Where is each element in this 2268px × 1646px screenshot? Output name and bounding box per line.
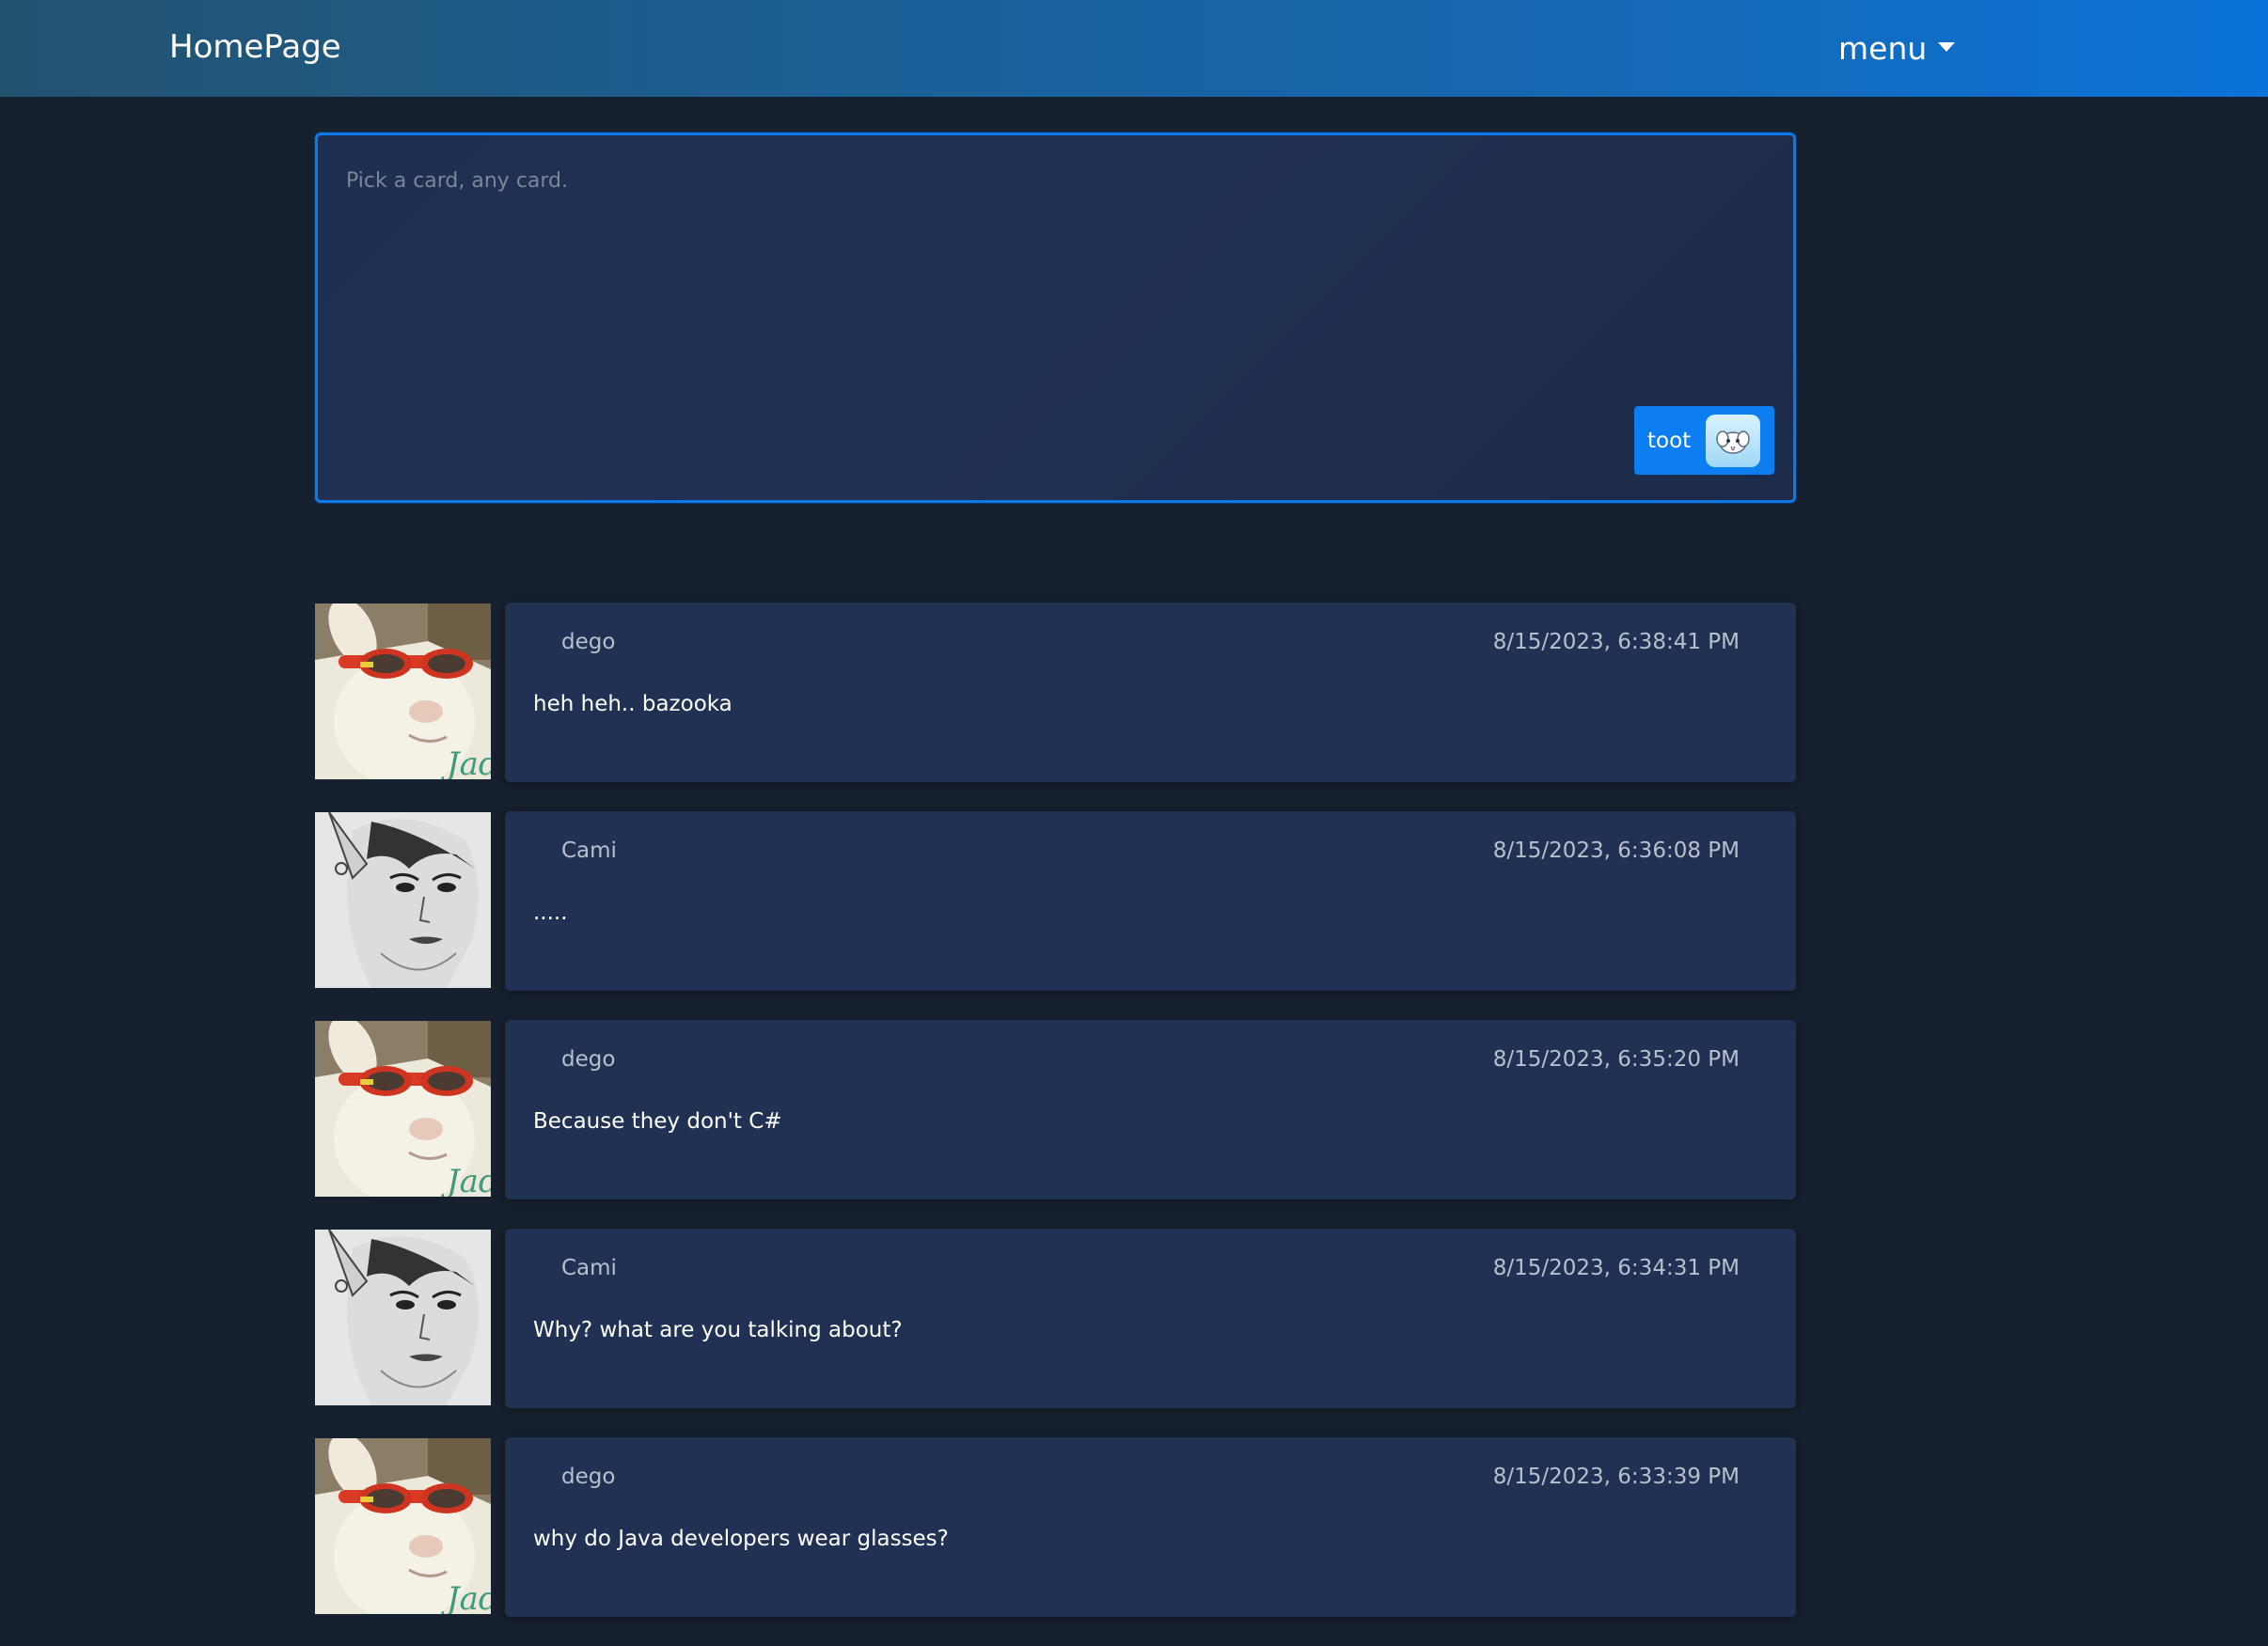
- toot-button-label: toot: [1647, 428, 1692, 453]
- post-text: Because they don't C#: [533, 1109, 782, 1134]
- post-feed: dego 8/15/2023, 6:38:41 PM heh heh.. baz…: [315, 603, 1796, 1646]
- post-text: .....: [533, 901, 568, 925]
- post-author[interactable]: Cami: [561, 839, 617, 863]
- compose-box: toot: [315, 133, 1796, 503]
- post-text: why do Java developers wear glasses?: [533, 1527, 949, 1551]
- post-timestamp: 8/15/2023, 6:36:08 PM: [1492, 839, 1740, 863]
- compose-input[interactable]: [318, 135, 1793, 500]
- avatar-elf[interactable]: [315, 812, 491, 988]
- post-item: dego 8/15/2023, 6:33:39 PM why do Java d…: [315, 1437, 1796, 1617]
- menu-dropdown-toggle[interactable]: menu: [1838, 30, 1956, 67]
- post-timestamp: 8/15/2023, 6:35:20 PM: [1492, 1047, 1740, 1072]
- post-timestamp: 8/15/2023, 6:38:41 PM: [1492, 630, 1740, 654]
- top-navbar: HomePage menu: [0, 0, 2268, 97]
- post-card: dego 8/15/2023, 6:35:20 PM Because they …: [505, 1020, 1796, 1199]
- avatar-elf[interactable]: [315, 1230, 491, 1405]
- post-item: Cami 8/15/2023, 6:34:31 PM Why? what are…: [315, 1229, 1796, 1408]
- post-author[interactable]: dego: [561, 1465, 615, 1489]
- avatar-goat[interactable]: [315, 1438, 491, 1614]
- post-author[interactable]: Cami: [561, 1256, 617, 1280]
- elephant-icon: [1706, 415, 1760, 467]
- post-author[interactable]: dego: [561, 1047, 615, 1072]
- post-item: Cami 8/15/2023, 6:36:08 PM .....: [315, 811, 1796, 991]
- menu-label: menu: [1838, 30, 1928, 67]
- brand-home-link[interactable]: HomePage: [169, 28, 341, 66]
- post-item: dego 8/15/2023, 6:38:41 PM heh heh.. baz…: [315, 603, 1796, 782]
- caret-down-icon: [1938, 41, 1956, 52]
- toot-button[interactable]: toot: [1634, 406, 1774, 475]
- post-card: Cami 8/15/2023, 6:34:31 PM Why? what are…: [505, 1229, 1796, 1408]
- post-item: dego 8/15/2023, 6:35:20 PM Because they …: [315, 1020, 1796, 1199]
- post-timestamp: 8/15/2023, 6:33:39 PM: [1492, 1465, 1740, 1489]
- avatar-goat[interactable]: [315, 1021, 491, 1197]
- post-text: heh heh.. bazooka: [533, 692, 732, 716]
- post-card: dego 8/15/2023, 6:38:41 PM heh heh.. baz…: [505, 603, 1796, 782]
- post-author[interactable]: dego: [561, 630, 615, 654]
- post-card: Cami 8/15/2023, 6:36:08 PM .....: [505, 811, 1796, 991]
- avatar-goat[interactable]: [315, 604, 491, 779]
- post-timestamp: 8/15/2023, 6:34:31 PM: [1492, 1256, 1740, 1280]
- post-card: dego 8/15/2023, 6:33:39 PM why do Java d…: [505, 1437, 1796, 1617]
- post-text: Why? what are you talking about?: [533, 1318, 903, 1342]
